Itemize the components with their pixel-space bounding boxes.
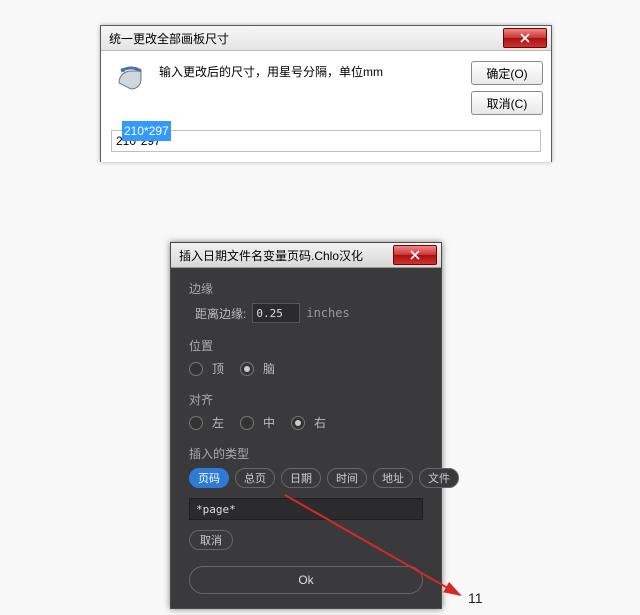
dialog2-close-button[interactable] — [393, 245, 437, 265]
resize-artboards-dialog: 统一更改全部画板尺寸 输入更改后的尺寸，用星号分隔，单位mm 确定(O) 取消(… — [100, 25, 552, 162]
position-section-label: 位置 — [189, 337, 423, 354]
align-radio-1[interactable] — [240, 416, 254, 430]
script-icon — [115, 61, 147, 93]
dialog1-message: 输入更改后的尺寸，用星号分隔，单位mm — [159, 61, 463, 80]
page-number: 11 — [468, 590, 483, 606]
align-section-label: 对齐 — [189, 391, 423, 408]
dialog2-title: 插入日期文件名变量页码.Chlo汉化 — [179, 247, 393, 264]
type-chip-2[interactable]: 日期 — [281, 468, 321, 488]
type-chip-5[interactable]: 文件 — [419, 468, 459, 488]
insert-variable-dialog: 插入日期文件名变量页码.Chlo汉化 边缘 距离边缘: 0.25 inches … — [170, 242, 442, 609]
align-label-1: 中 — [263, 414, 275, 431]
type-section-label: 插入的类型 — [189, 445, 423, 462]
dialog1-titlebar: 统一更改全部画板尺寸 — [101, 26, 551, 51]
position-label-1: 脑 — [263, 360, 275, 377]
align-radio-2[interactable] — [291, 416, 305, 430]
dialog2-ok-button[interactable]: Ok — [189, 566, 423, 594]
type-chip-0[interactable]: 页码 — [189, 468, 229, 488]
align-label-0: 左 — [212, 414, 224, 431]
type-chip-3[interactable]: 时间 — [327, 468, 367, 488]
margin-value-input[interactable]: 0.25 — [252, 303, 300, 323]
margin-label: 距离边缘: — [195, 305, 246, 322]
dialog1-input-selection: 210*297 — [122, 121, 171, 141]
dialog1-title: 统一更改全部画板尺寸 — [109, 30, 503, 47]
insert-text-field[interactable]: *page* — [189, 498, 423, 520]
dialog1-cancel-button[interactable]: 取消(C) — [471, 91, 543, 115]
close-icon — [520, 33, 530, 43]
position-label-0: 顶 — [212, 360, 224, 377]
position-radio-1[interactable] — [240, 362, 254, 376]
dialog1-close-button[interactable] — [503, 28, 547, 48]
close-icon — [410, 250, 420, 260]
type-chip-4[interactable]: 地址 — [373, 468, 413, 488]
dialog1-ok-button[interactable]: 确定(O) — [471, 61, 543, 85]
margin-section-label: 边缘 — [189, 280, 423, 297]
dialog1-body: 输入更改后的尺寸，用星号分隔，单位mm 确定(O) 取消(C) 210*297 — [101, 51, 551, 162]
dialog2-cancel-button[interactable]: 取消 — [189, 530, 233, 550]
align-radio-0[interactable] — [189, 416, 203, 430]
align-label-2: 右 — [314, 414, 326, 431]
dialog1-size-input[interactable] — [111, 130, 541, 152]
margin-unit: inches — [306, 306, 349, 320]
type-chip-1[interactable]: 总页 — [235, 468, 275, 488]
position-radio-0[interactable] — [189, 362, 203, 376]
dialog2-titlebar: 插入日期文件名变量页码.Chlo汉化 — [171, 243, 441, 268]
